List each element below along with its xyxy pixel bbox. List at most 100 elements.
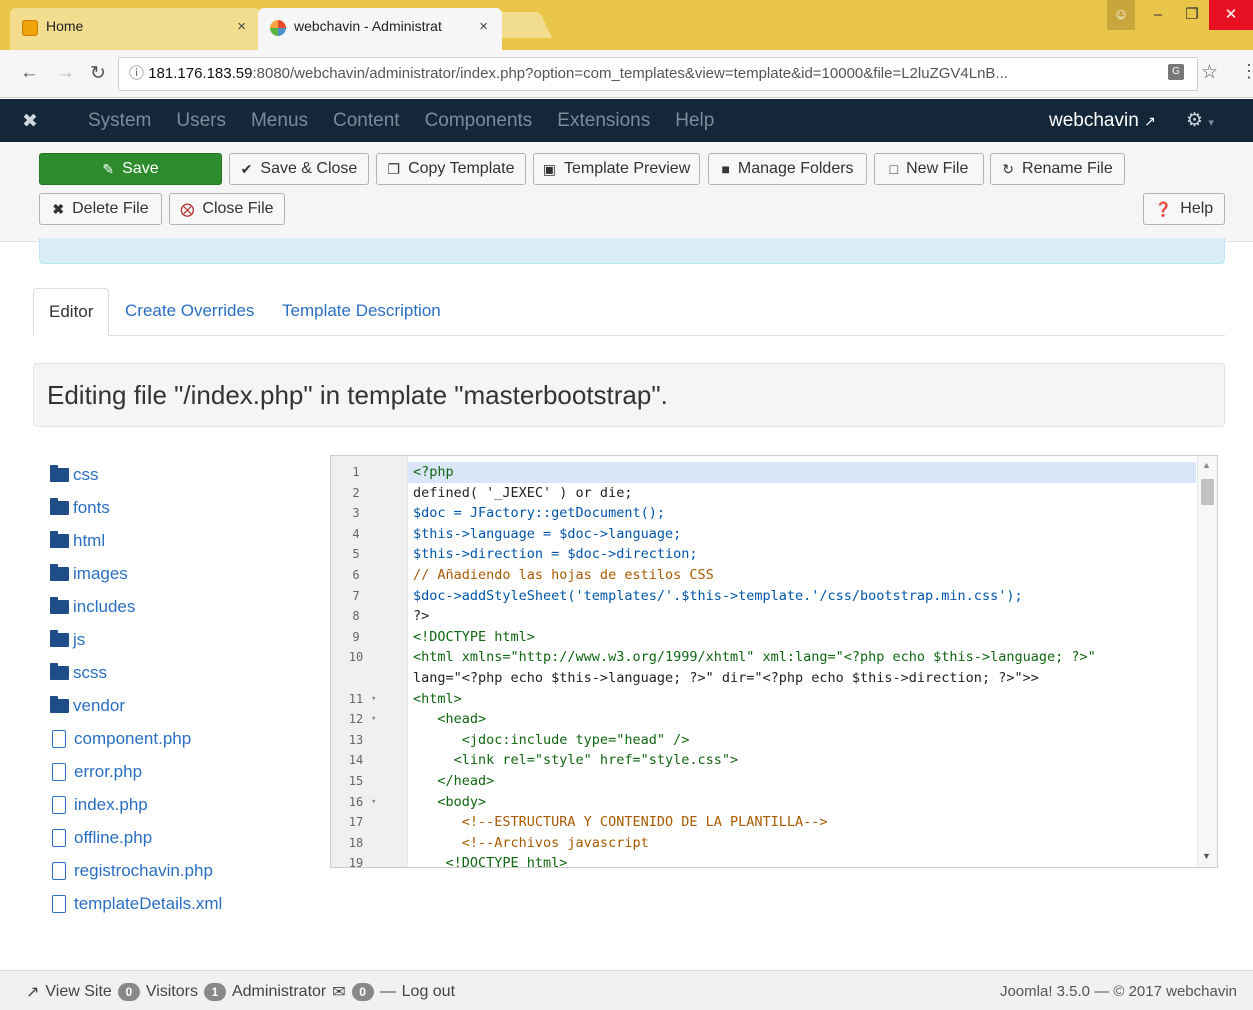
- file-item-templatedetails[interactable]: templateDetails.xml: [50, 887, 222, 920]
- code-line[interactable]: 15 </head>: [349, 771, 1196, 792]
- code-line[interactable]: 9 <!DOCTYPE html>: [352, 627, 1196, 648]
- code-line[interactable]: 11 ▾ <html>: [349, 689, 1196, 710]
- folder-item-images[interactable]: images: [50, 557, 222, 590]
- fold-toggle-icon[interactable]: ▾: [371, 709, 376, 730]
- minimize-icon[interactable]: –: [1141, 0, 1175, 30]
- browser-menu-icon[interactable]: ⋮: [1240, 61, 1253, 82]
- code-line[interactable]: 5 $this->direction = $doc->direction;: [352, 544, 1196, 565]
- joomla-logo-icon[interactable]: ✖: [22, 110, 38, 133]
- menu-menus[interactable]: Menus: [251, 110, 308, 132]
- folder-item-fonts[interactable]: fonts: [50, 491, 222, 524]
- menu-components[interactable]: Components: [425, 110, 533, 132]
- browser-tab-webchavin[interactable]: webchavin - Administrat ×: [258, 8, 502, 50]
- code-line[interactable]: 18 <!--Archivos javascript: [349, 833, 1196, 854]
- code-line[interactable]: 7 $doc->addStyleSheet('templates/'.$this-…: [352, 586, 1196, 607]
- folder-label: html: [73, 530, 106, 550]
- info-icon[interactable]: ⓘ: [129, 65, 144, 82]
- fold-toggle-icon[interactable]: ▾: [371, 689, 376, 710]
- code-line[interactable]: 6 // Añadiendo las hojas de estilos CSS: [352, 565, 1196, 586]
- editor-scrollbar[interactable]: ▲ ▼: [1197, 456, 1217, 867]
- folder-item-html[interactable]: html: [50, 524, 222, 557]
- file-item-error[interactable]: error.php: [50, 755, 222, 788]
- tab-editor[interactable]: Editor: [33, 288, 110, 336]
- tab-create-overrides[interactable]: Create Overrides: [110, 288, 269, 336]
- code-line[interactable]: 10 <html xmlns="http://www.w3.org/1999/xh…: [349, 647, 1196, 668]
- new-file-button[interactable]: □ New File: [874, 153, 984, 185]
- code-line[interactable]: 4 $this->language = $doc->language;: [352, 524, 1196, 545]
- folder-label: images: [73, 563, 128, 583]
- file-item-offline[interactable]: offline.php: [50, 821, 222, 854]
- reload-icon[interactable]: ↻: [90, 62, 106, 85]
- template-tabs: Editor Create Overrides Template Descrip…: [33, 288, 1225, 336]
- code-line[interactable]: 12 ▾ <head>: [349, 709, 1196, 730]
- bookmark-star-icon[interactable]: ☆: [1201, 61, 1218, 84]
- code-line[interactable]: 3 $doc = JFactory::getDocument();: [352, 503, 1196, 524]
- delete-file-button[interactable]: ✖ Delete File: [39, 193, 162, 225]
- code-line[interactable]: 19 <!DOCTYPE html>: [349, 853, 1196, 867]
- code-line[interactable]: 14 <link rel="style" href="style.css">: [349, 750, 1196, 771]
- manage-folders-button[interactable]: ■ Manage Folders: [708, 153, 867, 185]
- address-bar[interactable]: ⓘ 181.176.183.59:8080/webchavin/administ…: [118, 57, 1198, 91]
- tab-template-description[interactable]: Template Description: [267, 288, 456, 336]
- view-site-link[interactable]: View Site: [45, 983, 111, 1001]
- file-item-registrochavin[interactable]: registrochavin.php: [50, 854, 222, 887]
- question-circle-icon: ❓: [1154, 200, 1173, 217]
- code-line[interactable]: 13 <jdoc:include type="head" />: [349, 730, 1196, 751]
- menu-extensions[interactable]: Extensions: [557, 110, 650, 132]
- file-item-index[interactable]: index.php: [50, 788, 222, 821]
- code-line[interactable]: lang="<?php echo $this->language; ?>" di…: [408, 668, 1196, 689]
- code-area[interactable]: 1 <?php 2 defined( '_JEXEC' ) or die; 3 $doc …: [349, 462, 1196, 867]
- code-editor[interactable]: 1 <?php 2 defined( '_JEXEC' ) or die; 3 $doc …: [330, 455, 1218, 868]
- settings-gear-icon[interactable]: ⚙ ▾: [1186, 109, 1214, 132]
- folder-icon: [50, 662, 69, 680]
- copy-template-button[interactable]: ❐ Copy Template: [376, 153, 526, 185]
- close-file-button[interactable]: ⨂ Close File: [169, 193, 285, 225]
- menu-content[interactable]: Content: [333, 110, 400, 132]
- code-text: </head>: [413, 772, 495, 789]
- browser-tab-home[interactable]: Home ×: [10, 8, 260, 50]
- line-number: 13: [348, 732, 364, 747]
- help-button[interactable]: ❓ Help: [1143, 193, 1225, 225]
- logout-link[interactable]: Log out: [402, 983, 455, 1001]
- rename-file-button[interactable]: ↻ Rename File: [990, 153, 1125, 185]
- file-item-component[interactable]: component.php: [50, 722, 222, 755]
- folder-item-css[interactable]: css: [50, 458, 222, 491]
- menu-help[interactable]: Help: [675, 110, 714, 132]
- save-close-button[interactable]: ✔ Save & Close: [229, 153, 369, 185]
- code-line[interactable]: 17 <!--ESTRUCTURA Y CONTENIDO DE LA PLAN…: [349, 812, 1196, 833]
- close-tab-icon[interactable]: ×: [237, 18, 246, 35]
- folder-label: scss: [73, 662, 107, 682]
- code-text: <!--Archivos javascript: [413, 834, 649, 851]
- code-line[interactable]: 1 <?php: [352, 462, 1196, 483]
- menu-users[interactable]: Users: [176, 110, 226, 132]
- folder-item-js[interactable]: js: [50, 623, 222, 656]
- tab-label: webchavin - Administrat: [294, 18, 442, 34]
- user-profile-icon[interactable]: ☺: [1107, 0, 1135, 30]
- scroll-down-arrow-icon[interactable]: ▼: [1202, 851, 1211, 861]
- code-text: $doc = JFactory::getDocument();: [413, 505, 665, 522]
- code-line[interactable]: 8 ?>: [352, 606, 1196, 627]
- minus-icon: —: [379, 983, 396, 1000]
- folder-item-scss[interactable]: scss: [50, 656, 222, 689]
- template-preview-button[interactable]: ▣ Template Preview: [533, 153, 700, 185]
- translate-icon[interactable]: G: [1168, 64, 1184, 80]
- folder-item-vendor[interactable]: vendor: [50, 689, 222, 722]
- close-tab-icon[interactable]: ×: [479, 18, 488, 35]
- forward-icon[interactable]: →: [56, 62, 75, 84]
- envelope-icon[interactable]: ✉: [332, 982, 345, 1002]
- code-line[interactable]: 16 ▾ <body>: [349, 792, 1196, 813]
- back-icon[interactable]: ←: [20, 62, 39, 84]
- external-link-icon: ↗: [26, 984, 40, 1001]
- folder-item-includes[interactable]: includes: [50, 590, 222, 623]
- code-line[interactable]: 2 defined( '_JEXEC' ) or die;: [352, 483, 1196, 504]
- menu-system[interactable]: System: [88, 110, 151, 132]
- scrollbar-thumb[interactable]: [1201, 479, 1214, 505]
- maximize-icon[interactable]: ❐: [1175, 0, 1209, 30]
- close-window-icon[interactable]: ✕: [1209, 0, 1253, 30]
- scroll-up-arrow-icon[interactable]: ▲: [1202, 460, 1211, 470]
- fold-toggle-icon[interactable]: ▾: [371, 792, 376, 813]
- save-button[interactable]: ✎ Save: [39, 153, 222, 185]
- code-text: <html xmlns="http://www.w3.org/1999/xhtm…: [413, 649, 1096, 666]
- site-link[interactable]: webchavin ↗: [1049, 110, 1156, 132]
- help-label: Help: [1180, 200, 1214, 217]
